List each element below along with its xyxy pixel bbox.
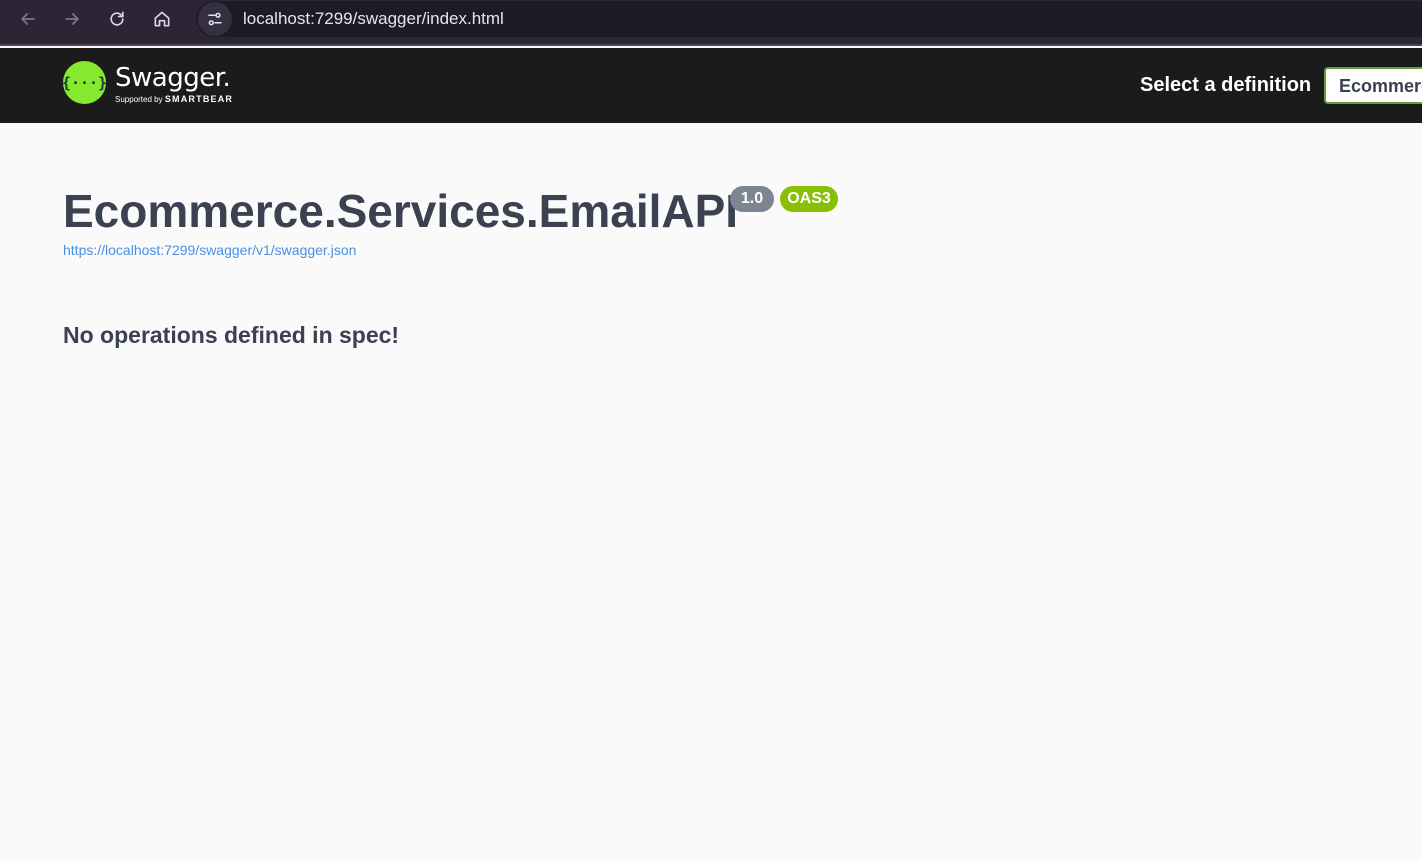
- swagger-logo-icon: {···}: [62, 61, 107, 104]
- home-icon: [154, 11, 170, 27]
- swagger-topbar: {···} Swagger. Supported by SMARTBEAR Se…: [0, 48, 1422, 123]
- spec-url-link[interactable]: https://localhost:7299/swagger/v1/swagge…: [63, 242, 356, 258]
- api-title: Ecommerce.Services.EmailAPI: [63, 185, 739, 237]
- arrow-left-icon: [21, 13, 35, 25]
- reload-button[interactable]: [99, 5, 135, 33]
- site-settings-icon: [208, 12, 222, 26]
- forward-button[interactable]: [54, 5, 90, 33]
- logo-supported-by: Supported by SMARTBEAR: [115, 94, 233, 104]
- home-button[interactable]: [144, 5, 180, 33]
- no-operations-message: No operations defined in spec!: [63, 322, 400, 348]
- back-button[interactable]: [10, 5, 46, 33]
- supported-by-text: Supported by: [115, 95, 163, 104]
- browser-toolbar: localhost:7299/swagger/index.html: [0, 0, 1422, 46]
- select-definition-label: Select a definition: [1140, 74, 1312, 96]
- address-bar[interactable]: localhost:7299/swagger/index.html: [196, 1, 1422, 37]
- url-text[interactable]: localhost:7299/swagger/index.html: [243, 9, 504, 29]
- site-info-button[interactable]: [198, 2, 232, 36]
- reload-icon: [110, 11, 124, 26]
- logo-text: Swagger. Supported by SMARTBEAR: [115, 64, 233, 104]
- arrow-right-icon: [65, 13, 79, 25]
- version-badge: 1.0: [730, 186, 774, 212]
- swagger-logo[interactable]: {···} Swagger. Supported by SMARTBEAR: [62, 61, 233, 104]
- oas-badge: OAS3: [780, 186, 838, 212]
- smartbear-text: SMARTBEAR: [164, 94, 234, 104]
- definition-select[interactable]: Ecommerce: [1324, 67, 1422, 104]
- logo-name: Swagger.: [115, 63, 231, 93]
